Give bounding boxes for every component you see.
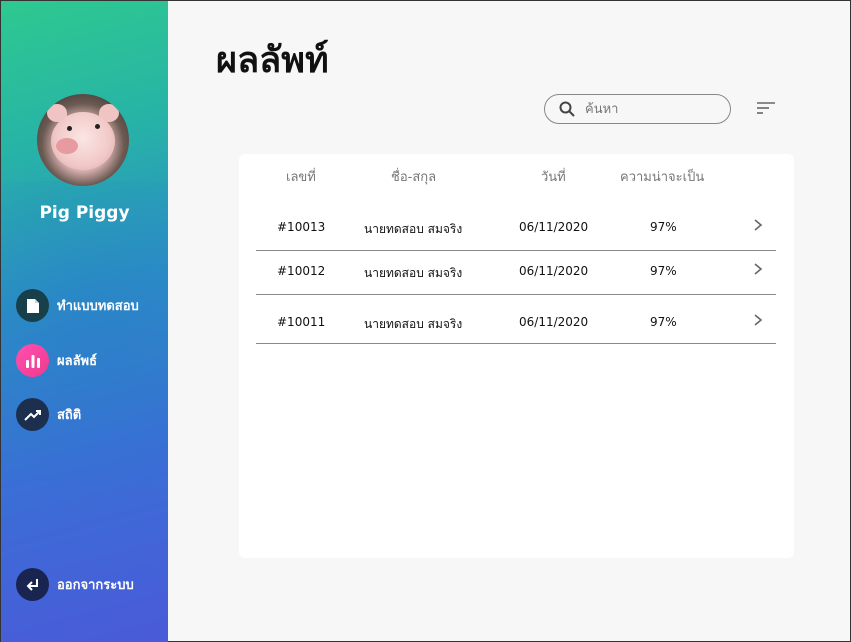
pig-eye-right: [95, 124, 100, 129]
filter-button[interactable]: [756, 100, 776, 118]
page-title: ผลลัพท์: [216, 40, 329, 81]
nav-label: ทำแบบทดสอบ: [57, 299, 139, 314]
pig-eye-left: [67, 126, 72, 131]
sidebar: Pig Piggy ทำแบบทดสอบ ผลลัพธ์ สถิติ ออกจา…: [1, 1, 168, 642]
row-date: 06/11/2020: [519, 315, 589, 329]
nav-item-statistics[interactable]: สถิติ: [16, 398, 81, 431]
username: Pig Piggy: [39, 203, 130, 223]
avatar: [37, 94, 129, 186]
row-probability: 97%: [650, 315, 677, 329]
row-name: นายทดสอบ สมจริง: [364, 317, 463, 331]
logout-button[interactable]: ออกจากระบบ: [16, 568, 134, 601]
row-probability: 97%: [650, 264, 677, 278]
row-probability: 97%: [650, 220, 677, 234]
bar-chart-icon: [16, 344, 49, 377]
table-row[interactable]: #10012 นายทดสอบ สมจริง 06/11/2020 97%: [256, 250, 776, 295]
table-row[interactable]: #10013 นายทดสอบ สมจริง 06/11/2020 97%: [256, 206, 776, 251]
nav-item-results[interactable]: ผลลัพธ์: [16, 344, 97, 377]
table-header: เลขที่ ชื่อ-สกุล วันที่ ความน่าจะเป็น: [239, 166, 794, 186]
chevron-right-icon[interactable]: [752, 218, 764, 232]
row-name: นายทดสอบ สมจริง: [364, 266, 463, 280]
chevron-right-icon[interactable]: [752, 313, 764, 327]
column-header-number: เลขที่: [286, 170, 316, 185]
row-date: 06/11/2020: [519, 220, 589, 234]
chevron-right-icon[interactable]: [752, 262, 764, 276]
column-header-date: วันที่: [541, 170, 566, 185]
row-id: #10012: [277, 264, 326, 278]
search-bar[interactable]: [544, 94, 731, 124]
pig-snout: [56, 138, 78, 154]
search-input[interactable]: [585, 101, 715, 117]
column-header-probability: ความน่าจะเป็น: [620, 170, 705, 185]
trending-up-icon: [16, 398, 49, 431]
row-name: นายทดสอบ สมจริง: [364, 222, 463, 236]
sort-icon: [757, 102, 775, 114]
document-icon: [16, 289, 49, 322]
row-id: #10013: [277, 220, 326, 234]
nav-item-take-test[interactable]: ทำแบบทดสอบ: [16, 289, 139, 322]
logout-label: ออกจากระบบ: [57, 578, 134, 593]
logout-icon: [16, 568, 49, 601]
nav-label: ผลลัพธ์: [57, 354, 98, 369]
row-date: 06/11/2020: [519, 264, 589, 278]
search-icon: [559, 101, 575, 117]
nav-label: สถิติ: [57, 408, 82, 423]
results-table-card: เลขที่ ชื่อ-สกุล วันที่ ความน่าจะเป็น #1…: [239, 154, 794, 558]
table-row[interactable]: #10011 นายทดสอบ สมจริง 06/11/2020 97%: [256, 295, 776, 344]
row-id: #10011: [277, 315, 326, 329]
column-header-name: ชื่อ-สกุล: [391, 170, 437, 185]
